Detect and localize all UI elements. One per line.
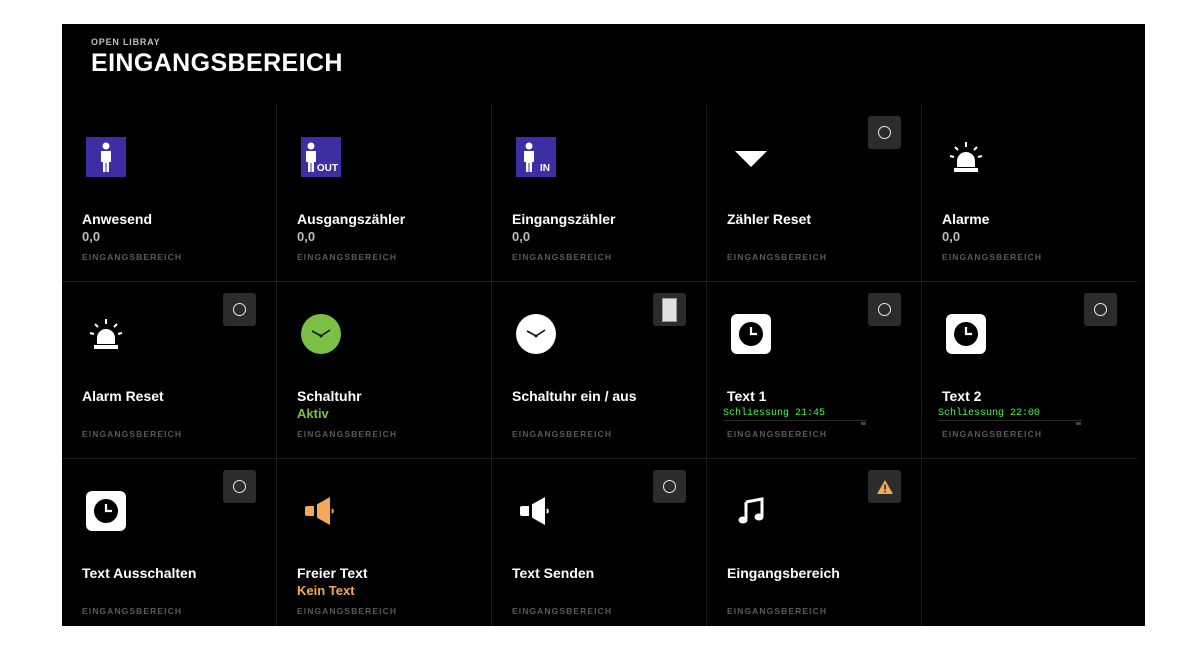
person-icon [82, 133, 130, 181]
clock-green-icon [297, 310, 345, 358]
tile-label: Freier Text [297, 565, 368, 581]
tile-category: EINGANGSBEREICH [512, 606, 613, 616]
tile-label: Eingangsbereich [727, 565, 840, 581]
tile-category: EINGANGSBEREICH [512, 252, 613, 262]
tile-category: EINGANGSBEREICH [82, 429, 183, 439]
tile-text-2[interactable]: Text 2 Schliessung 22:00 EINGANGSBEREICH [922, 282, 1137, 459]
tile-zaehler-reset[interactable]: Zähler Reset EINGANGSBEREICH [707, 105, 922, 282]
warning-button[interactable] [868, 470, 901, 503]
tile-label: Text Senden [512, 565, 595, 581]
person-in-icon: IN [512, 133, 560, 181]
tile-schaltuhr-ein-aus[interactable]: Schaltuhr ein / aus EINGANGSBEREICH [492, 282, 707, 459]
text-off-control-button[interactable] [223, 470, 256, 503]
tile-label: Anwesend [82, 211, 153, 227]
tile-label: Text 2 [942, 388, 982, 404]
tile-label: Text 1 [727, 388, 767, 404]
reset-control-button[interactable] [868, 116, 901, 149]
megaphone-icon [297, 487, 345, 535]
input-resize-handle [1076, 422, 1081, 425]
tile-text-ausschalten[interactable]: Text Ausschalten EINGANGSBEREICH [62, 459, 277, 626]
tile-anwesend[interactable]: Anwesend 0,0 EINGANGSBEREICH [62, 105, 277, 282]
tile-category: EINGANGSBEREICH [297, 252, 398, 262]
music-note-icon [727, 487, 775, 535]
text2-control-button[interactable] [1084, 293, 1117, 326]
tile-category: EINGANGSBEREICH [297, 429, 398, 439]
tile-alarme[interactable]: Alarme 0,0 EINGANGSBEREICH [922, 105, 1137, 282]
tile-category: EINGANGSBEREICH [82, 252, 183, 262]
alarm-reset-control-button[interactable] [223, 293, 256, 326]
tile-category: EINGANGSBEREICH [727, 429, 828, 439]
ring-icon [233, 303, 246, 316]
tile-value: 0,0 [512, 229, 531, 244]
tile-label: Text Ausschalten [82, 565, 197, 581]
ring-icon [663, 480, 676, 493]
tile-category: EINGANGSBEREICH [727, 606, 828, 616]
tile-label: Schaltuhr ein / aus [512, 388, 637, 404]
megaphone-icon [512, 487, 560, 535]
page-header: OPEN LIBRAY EINGANGSBEREICH [91, 37, 343, 78]
ring-icon [1094, 303, 1107, 316]
text1-input[interactable]: Schliessung 21:45 [723, 408, 867, 421]
ring-icon [233, 480, 246, 493]
tile-category: EINGANGSBEREICH [512, 429, 613, 439]
tile-value: 0,0 [942, 229, 961, 244]
tile-text-senden[interactable]: Text Senden EINGANGSBEREICH [492, 459, 707, 626]
clock-square-icon [727, 310, 775, 358]
tile-category: EINGANGSBEREICH [297, 606, 398, 616]
clock-white-icon [512, 310, 560, 358]
tile-category: EINGANGSBEREICH [942, 252, 1043, 262]
siren-icon [942, 133, 990, 181]
icon-tag-in: IN [540, 163, 550, 174]
page-title: EINGANGSBEREICH [91, 49, 343, 77]
tile-text-1[interactable]: Text 1 Schliessung 21:45 EINGANGSBEREICH [707, 282, 922, 459]
tile-category: EINGANGSBEREICH [942, 429, 1043, 439]
ring-icon [878, 126, 891, 139]
tile-label: Zähler Reset [727, 211, 812, 227]
tile-label: Eingangszähler [512, 211, 616, 227]
tile-ausgangszaehler[interactable]: OUT Ausgangszähler 0,0 EINGANGSBEREICH [277, 105, 492, 282]
toggle-switch[interactable] [653, 293, 686, 326]
tile-grid: Anwesend 0,0 EINGANGSBEREICH OUT Ausgang… [62, 105, 1145, 626]
tile-category: EINGANGSBEREICH [727, 252, 828, 262]
text2-input[interactable]: Schliessung 22:00 [938, 408, 1082, 421]
tile-label: Alarm Reset [82, 388, 164, 404]
send-control-button[interactable] [653, 470, 686, 503]
icon-tag-out: OUT [316, 163, 338, 174]
tile-label: Schaltuhr [297, 388, 362, 404]
tile-value: 0,0 [82, 229, 101, 244]
tile-category: EINGANGSBEREICH [82, 606, 183, 616]
clock-square-icon [82, 487, 130, 535]
tile-eingangsbereich[interactable]: Eingangsbereich EINGANGSBEREICH [707, 459, 922, 626]
tile-label: Ausgangszähler [297, 211, 406, 227]
siren-icon [82, 310, 130, 358]
ring-icon [878, 303, 891, 316]
tile-label: Alarme [942, 211, 990, 227]
tile-value: Aktiv [297, 406, 329, 421]
tile-alarm-reset[interactable]: Alarm Reset EINGANGSBEREICH [62, 282, 277, 459]
input-resize-handle [861, 422, 866, 425]
dashboard-panel: OPEN LIBRAY EINGANGSBEREICH Anwesend 0,0… [62, 24, 1145, 626]
tile-freier-text[interactable]: Freier Text Kein Text EINGANGSBEREICH [277, 459, 492, 626]
tile-empty [922, 459, 1137, 626]
person-out-icon: OUT [297, 133, 345, 181]
tile-value: Kein Text [297, 583, 355, 598]
text1-control-button[interactable] [868, 293, 901, 326]
triangle-down-icon [727, 133, 775, 181]
tile-eingangszaehler[interactable]: IN Eingangszähler 0,0 EINGANGSBEREICH [492, 105, 707, 282]
clock-square-icon [942, 310, 990, 358]
warning-icon [876, 479, 893, 494]
toggle-knob-icon [662, 297, 677, 322]
page-overline: OPEN LIBRAY [91, 37, 161, 47]
tile-schaltuhr[interactable]: Schaltuhr Aktiv EINGANGSBEREICH [277, 282, 492, 459]
tile-value: 0,0 [297, 229, 316, 244]
